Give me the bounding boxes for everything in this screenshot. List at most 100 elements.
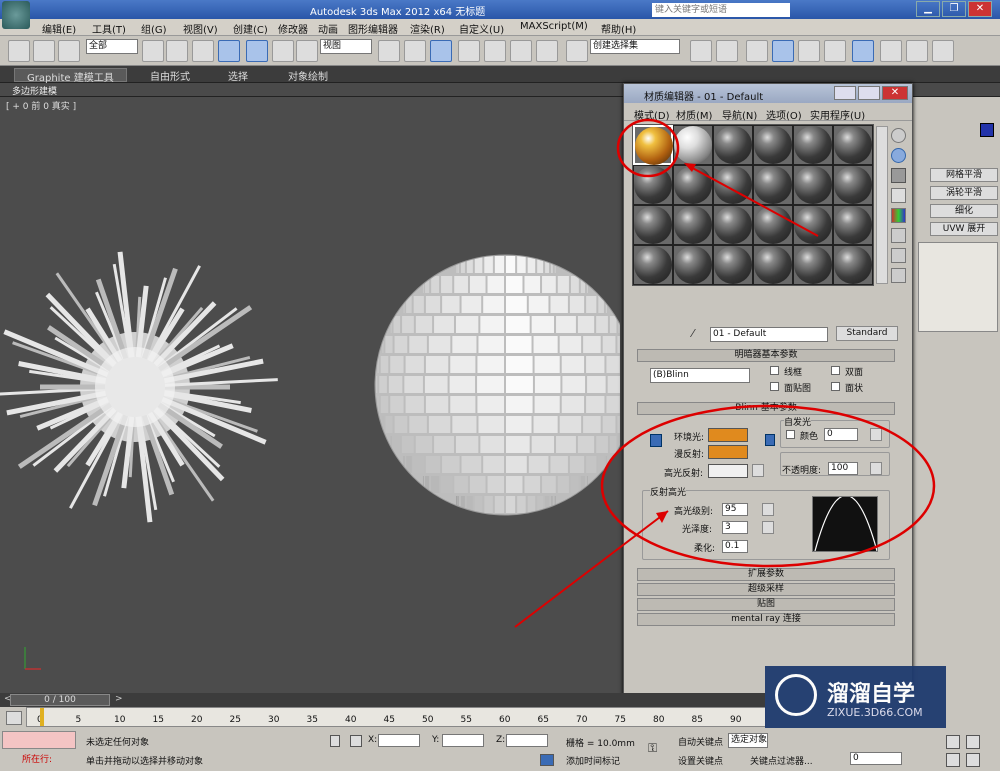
keyboard-shortcut-icon[interactable] <box>430 40 452 62</box>
mat-menu-navigation[interactable]: 导航(N) <box>722 107 757 122</box>
pivot-center-icon[interactable] <box>378 40 400 62</box>
bind-space-warp-icon[interactable] <box>58 40 80 62</box>
y-coord-field[interactable] <box>442 734 484 747</box>
sample-slot[interactable] <box>753 125 793 165</box>
menu-views[interactable]: 视图(V) <box>183 21 218 36</box>
rendered-frame-icon[interactable] <box>906 40 928 62</box>
sample-slot[interactable] <box>753 245 793 285</box>
link-icon[interactable] <box>8 40 30 62</box>
backlight-icon[interactable] <box>891 148 906 163</box>
time-tag-icon[interactable] <box>540 754 554 766</box>
specular-map-button[interactable] <box>752 464 764 477</box>
opacity-map-button[interactable] <box>870 462 882 475</box>
app-logo-icon[interactable] <box>2 1 30 29</box>
ambient-color-swatch[interactable] <box>708 428 748 442</box>
menu-help[interactable]: 帮助(H) <box>601 21 636 36</box>
self-illum-map-button[interactable] <box>870 428 882 441</box>
sample-slot[interactable] <box>633 205 673 245</box>
select-object-icon[interactable] <box>142 40 164 62</box>
sample-slot[interactable] <box>793 205 833 245</box>
sample-slot[interactable] <box>793 165 833 205</box>
sample-grid-scrollbar[interactable] <box>876 126 888 284</box>
set-key-icon[interactable]: ⚿ <box>648 741 670 755</box>
meshsmooth-button[interactable]: 网格平滑 <box>930 168 998 182</box>
sample-slot[interactable] <box>633 245 673 285</box>
time-slider-thumb[interactable]: 0 / 100 <box>10 694 110 706</box>
unlink-icon[interactable] <box>33 40 55 62</box>
glossiness-map-button[interactable] <box>762 521 774 534</box>
help-search-input[interactable]: 键入关键字或短语 <box>652 3 790 17</box>
select-move-icon[interactable] <box>246 40 268 62</box>
maxscript-listener[interactable] <box>2 731 76 749</box>
mat-menu-material[interactable]: 材质(M) <box>676 107 712 122</box>
turbosmooth-button[interactable]: 涡轮平滑 <box>930 186 998 200</box>
zoom-all-icon[interactable] <box>966 735 980 749</box>
uv-tiling-icon[interactable] <box>891 188 906 203</box>
shader-dropdown[interactable]: (B)Blinn <box>650 368 750 383</box>
menu-animation[interactable]: 动画 <box>318 21 338 36</box>
menu-graph-editors[interactable]: 图形编辑器 <box>348 21 398 36</box>
schematic-view-icon[interactable] <box>824 40 846 62</box>
time-slider[interactable]: < 0 / 100 > <box>0 693 765 707</box>
sample-slot[interactable] <box>793 125 833 165</box>
spec-level-map-button[interactable] <box>762 503 774 516</box>
track-bar[interactable]: 051015202530354045505560657075808590 <box>26 707 766 727</box>
self-illum-color-checkbox[interactable] <box>786 430 795 439</box>
auto-key-button[interactable]: 自动关键点 <box>678 735 723 748</box>
face-map-checkbox[interactable] <box>770 382 779 391</box>
selected-key-dropdown[interactable]: 选定对象 <box>728 733 768 748</box>
window-crossing-icon[interactable] <box>218 40 240 62</box>
current-frame-field[interactable]: 0 <box>850 752 902 765</box>
orbit-icon[interactable] <box>966 753 980 767</box>
background-icon[interactable] <box>891 168 906 183</box>
sample-slot[interactable] <box>713 245 753 285</box>
curve-editor-icon[interactable] <box>798 40 820 62</box>
sample-slot[interactable] <box>713 205 753 245</box>
sample-slot[interactable] <box>753 165 793 205</box>
soften-spinner[interactable]: 0.1 <box>722 540 748 553</box>
menu-group[interactable]: 组(G) <box>141 21 167 36</box>
self-illum-spinner[interactable]: 0 <box>824 428 858 441</box>
edit-named-sel-icon[interactable] <box>566 40 588 62</box>
menu-edit[interactable]: 编辑(E) <box>42 21 76 36</box>
object-color-swatch[interactable] <box>980 123 994 137</box>
graphite-toggle-icon[interactable] <box>772 40 794 62</box>
key-filters-button[interactable]: 关键点过滤器... <box>750 754 813 767</box>
sample-slot[interactable] <box>673 125 713 165</box>
menu-create[interactable]: 创建(C) <box>233 21 268 36</box>
sample-slot[interactable] <box>673 205 713 245</box>
select-manipulate-icon[interactable] <box>404 40 426 62</box>
mat-min-button[interactable] <box>834 86 856 100</box>
selection-filter-dropdown[interactable]: 全部 <box>86 39 138 54</box>
sample-slot[interactable] <box>833 245 873 285</box>
pan-icon[interactable] <box>946 753 960 767</box>
time-slider-arrow-right[interactable]: > <box>115 694 123 704</box>
x-coord-field[interactable] <box>378 734 420 747</box>
lock-selection-icon[interactable] <box>330 735 340 747</box>
menu-rendering[interactable]: 渲染(R) <box>410 21 445 36</box>
select-scale-icon[interactable] <box>296 40 318 62</box>
tab-freeform[interactable]: 自由形式 <box>150 68 190 83</box>
menu-tools[interactable]: 工具(T) <box>92 21 126 36</box>
wire-checkbox[interactable] <box>770 366 779 375</box>
tab-object-paint[interactable]: 对象绘制 <box>288 68 328 83</box>
tab-graphite[interactable]: Graphite 建模工具 <box>14 68 127 84</box>
align-icon[interactable] <box>716 40 738 62</box>
glossiness-spinner[interactable]: 3 <box>722 521 748 534</box>
layer-manager-icon[interactable] <box>746 40 768 62</box>
mat-menu-options[interactable]: 选项(O) <box>766 107 802 122</box>
set-key-button[interactable]: 设置关键点 <box>678 754 723 767</box>
named-selection-dropdown[interactable]: 创建选择集 <box>590 39 680 54</box>
sample-slot[interactable] <box>753 205 793 245</box>
angle-snap-icon[interactable] <box>484 40 506 62</box>
percent-snap-icon[interactable] <box>510 40 532 62</box>
select-by-name-icon[interactable] <box>166 40 188 62</box>
tab-selection[interactable]: 选择 <box>228 68 248 83</box>
mini-curve-icon[interactable] <box>6 711 22 725</box>
mental-ray-rollout[interactable]: mental ray 连接 <box>637 613 895 626</box>
modifier-stack[interactable] <box>918 242 998 332</box>
mirror-icon[interactable] <box>690 40 712 62</box>
mat-max-button[interactable] <box>858 86 880 100</box>
menu-customize[interactable]: 自定义(U) <box>459 21 504 36</box>
video-color-icon[interactable] <box>891 208 906 223</box>
